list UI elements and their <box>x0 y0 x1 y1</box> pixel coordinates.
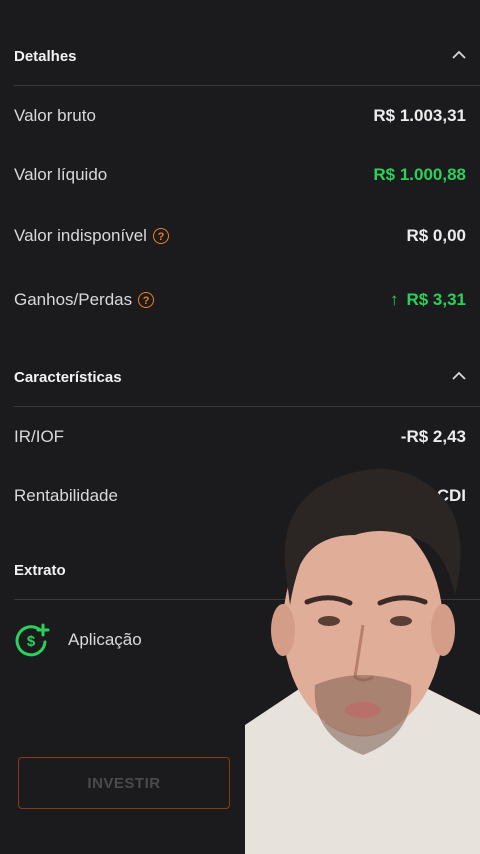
row-ir-iof: IR/IOF -R$ 2,43 <box>0 417 480 457</box>
divider <box>14 85 480 86</box>
divider <box>14 406 480 407</box>
dollar-plus-icon: $ <box>15 623 50 657</box>
detalhes-title: Detalhes <box>14 48 77 65</box>
help-icon[interactable]: ? <box>152 228 169 244</box>
row-label: Rentabilidade <box>14 486 118 505</box>
row-valor-indisponivel: Valor indisponível ? R$ 0,00 <box>0 216 480 256</box>
row-value: R$ 3,31 <box>406 290 466 309</box>
extrato-item-label: Aplicação <box>68 630 142 649</box>
row-label: Valor bruto <box>14 106 96 125</box>
row-label-wrap: Valor indisponível ? <box>14 226 169 246</box>
row-value: R$ 0,00 <box>406 226 466 245</box>
row-ganhos-perdas: Ganhos/Perdas ? ↑ R$ 3,31 <box>0 280 480 320</box>
chevron-up-icon[interactable] <box>450 46 468 64</box>
row-label: IR/IOF <box>14 427 65 446</box>
extrato-title: Extrato <box>14 562 66 579</box>
invest-button[interactable]: INVESTIR <box>18 757 230 809</box>
webcam-person-overlay <box>245 468 480 854</box>
detalhes-header[interactable]: Detalhes <box>0 38 480 78</box>
row-value: R$ 1.003,31 <box>373 106 466 125</box>
row-label-wrap: Ganhos/Perdas ? <box>14 290 155 310</box>
caracteristicas-header[interactable]: Características <box>0 359 480 399</box>
arrow-up-icon: ↑ <box>389 290 399 309</box>
chevron-up-icon[interactable] <box>450 367 468 385</box>
row-valor-liquido: Valor líquido R$ 1.000,88 <box>0 155 480 195</box>
row-label: Valor indisponível <box>14 226 147 245</box>
row-value: -R$ 2,43 <box>400 427 466 446</box>
row-label: Valor líquido <box>14 165 108 184</box>
row-value-wrap: ↑ R$ 3,31 <box>390 290 466 310</box>
help-icon[interactable]: ? <box>138 292 155 308</box>
row-label: Ganhos/Perdas <box>14 290 133 309</box>
row-value: R$ 1.000,88 <box>373 165 466 184</box>
svg-text:$: $ <box>27 633 36 650</box>
row-valor-bruto: Valor bruto R$ 1.003,31 <box>0 96 480 136</box>
caracteristicas-title: Características <box>14 369 122 386</box>
